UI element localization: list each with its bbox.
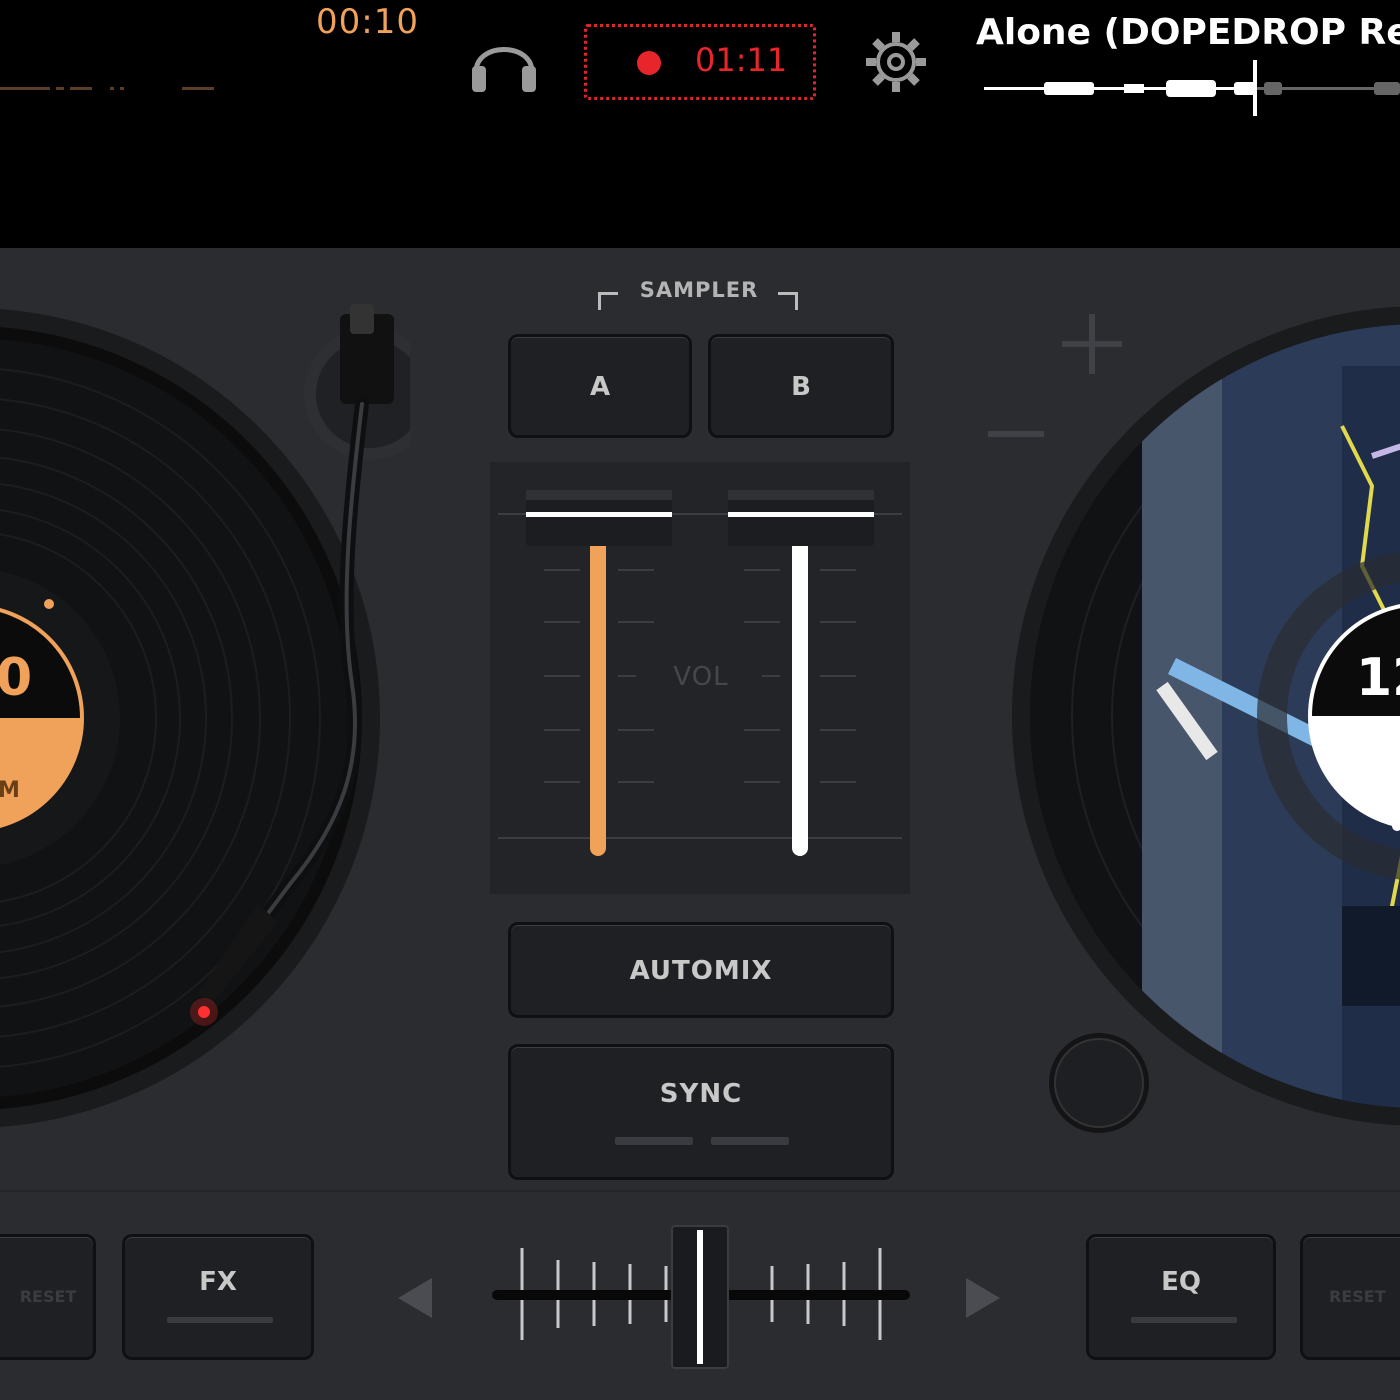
left-bpm-value: 0 xyxy=(0,648,33,708)
automix-button[interactable]: AUTOMIX xyxy=(508,922,894,1018)
track-title: Alone (DOPEDROP Re xyxy=(976,12,1400,53)
sync-indicator-a xyxy=(615,1137,693,1145)
arrow-left-icon[interactable] xyxy=(398,1278,432,1318)
right-turntable[interactable] xyxy=(1012,306,1400,1126)
pitch-knob[interactable] xyxy=(1044,1028,1154,1138)
mixer-deck: 0 M SAMPLER A B VOL AUTOMIX SYNC 1 RESET… xyxy=(0,248,1400,1400)
right-bpm-value: 12 xyxy=(1356,648,1400,708)
volume-fader-a[interactable] xyxy=(524,486,674,866)
reset-right-button[interactable]: RESET xyxy=(1300,1234,1400,1360)
elapsed-time: 00:10 xyxy=(316,2,419,42)
eq-label: EQ xyxy=(1161,1267,1201,1297)
eq-button[interactable]: EQ xyxy=(1086,1234,1276,1360)
fx-label: FX xyxy=(199,1267,237,1297)
record-button[interactable]: 01:11 xyxy=(584,24,816,100)
crossfader[interactable] xyxy=(490,1222,910,1372)
arrow-right-icon[interactable] xyxy=(966,1278,1000,1318)
right-waveform[interactable] xyxy=(984,60,1400,120)
left-waveform xyxy=(0,87,214,90)
sync-indicator-b xyxy=(711,1137,789,1145)
sampler-pad-a[interactable]: A xyxy=(508,334,692,438)
gear-icon[interactable] xyxy=(862,28,930,96)
record-time: 01:11 xyxy=(695,41,788,79)
fx-indicator xyxy=(167,1317,273,1323)
eq-indicator xyxy=(1131,1317,1237,1323)
sampler-label: SAMPLER xyxy=(639,278,759,302)
sync-label: SYNC xyxy=(659,1079,743,1109)
fx-button[interactable]: FX xyxy=(122,1234,314,1360)
sync-button[interactable]: SYNC xyxy=(508,1044,894,1180)
left-tonearm[interactable] xyxy=(190,304,410,1044)
headphones-icon[interactable] xyxy=(468,26,540,96)
left-bpm-unit: M xyxy=(0,778,20,803)
top-bar: 00:10 01:11 Alone (DOPEDROP Re xyxy=(0,0,1400,248)
reset-left-button[interactable]: RESET xyxy=(0,1234,96,1360)
bottom-divider xyxy=(0,1190,1400,1192)
volume-panel: VOL xyxy=(490,462,910,894)
record-dot-icon xyxy=(637,51,661,75)
volume-fader-b[interactable] xyxy=(726,486,876,866)
sampler-pad-b[interactable]: B xyxy=(708,334,894,438)
